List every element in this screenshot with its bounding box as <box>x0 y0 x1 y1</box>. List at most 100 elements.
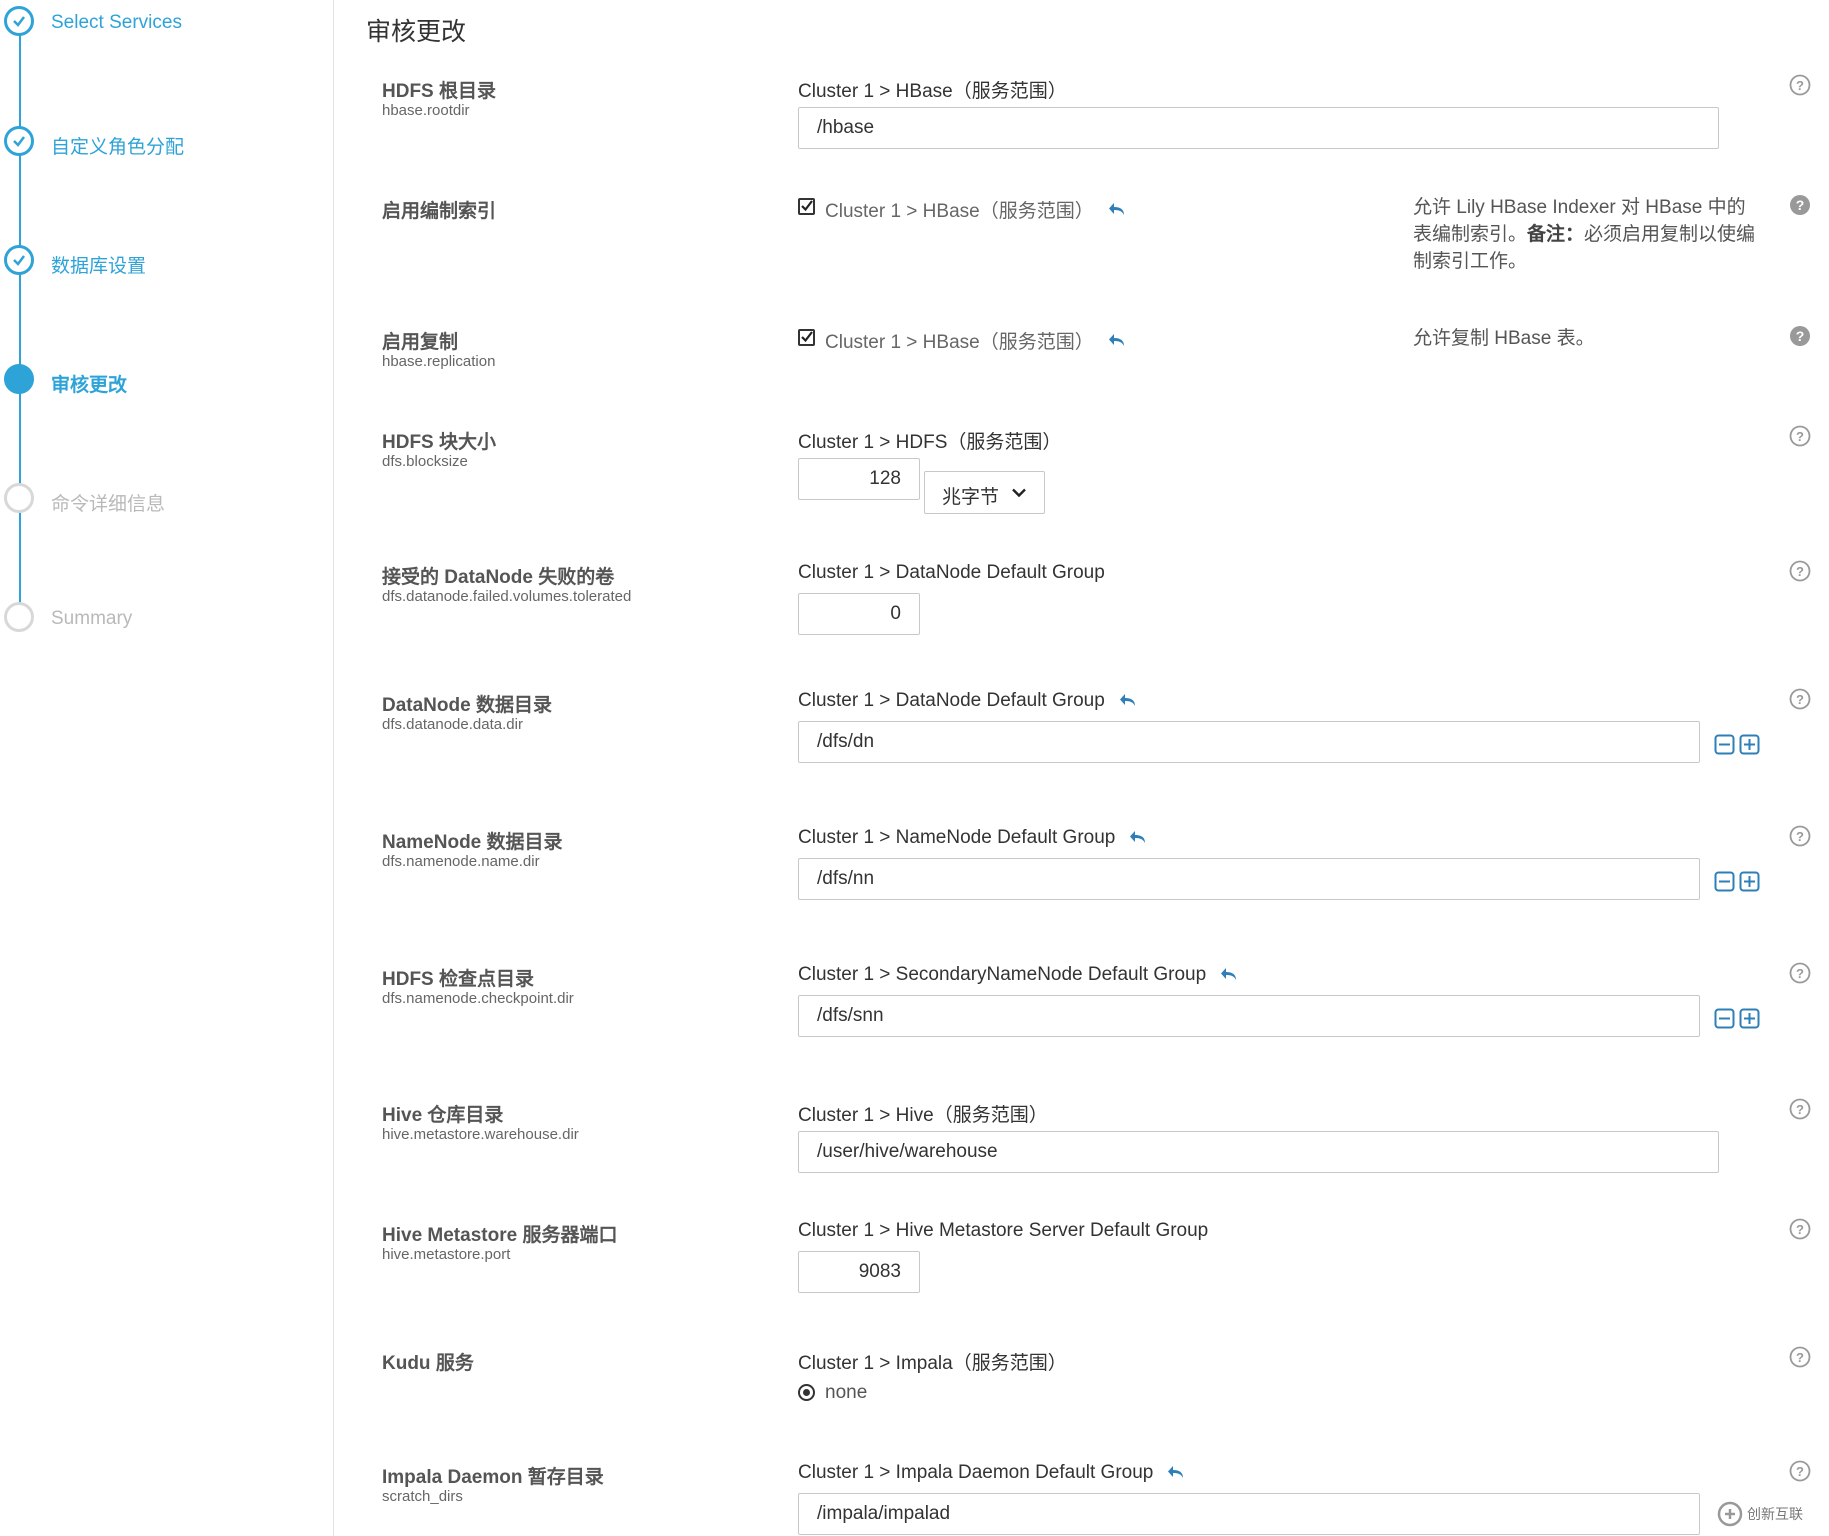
scope-text: Cluster 1 > HBase（服务范围） <box>825 332 1094 353</box>
help-icon[interactable]: ? <box>1789 688 1811 710</box>
step-pending-circle-icon <box>4 483 34 513</box>
property-scope: Cluster 1 > DataNode Default Group <box>798 562 1105 584</box>
datanode-data-dir-input[interactable] <box>798 721 1700 763</box>
remove-row-icon[interactable] <box>1714 1008 1735 1029</box>
svg-text:?: ? <box>1796 197 1805 213</box>
help-icon-filled[interactable]: ? <box>1789 194 1811 216</box>
svg-text:?: ? <box>1796 429 1804 444</box>
blocksize-input[interactable] <box>798 458 920 500</box>
add-row-icon[interactable] <box>1739 1008 1760 1029</box>
enable-indexing-checkbox[interactable] <box>798 198 815 215</box>
scope-text: Cluster 1 > Hive（服务范围） <box>798 1105 1048 1126</box>
step-label: Select Services <box>51 12 182 33</box>
step-label: Summary <box>51 608 133 629</box>
property-name: HDFS 检查点目录 <box>382 969 535 990</box>
help-icon[interactable]: ? <box>1789 560 1811 582</box>
add-row-icon[interactable] <box>1739 734 1760 755</box>
scope-text: Cluster 1 > Hive Metastore Server Defaul… <box>798 1220 1209 1241</box>
help-icon[interactable]: ? <box>1789 425 1811 447</box>
step-pending-circle-icon <box>4 602 34 632</box>
property-key: scratch_dirs <box>382 1488 463 1505</box>
property-name: NameNode 数据目录 <box>382 832 563 853</box>
svg-text:?: ? <box>1796 1222 1804 1237</box>
property-name: HDFS 根目录 <box>382 81 497 102</box>
property-scope: Cluster 1 > DataNode Default Group <box>798 690 1139 712</box>
help-icon[interactable]: ? <box>1789 74 1811 96</box>
property-key: dfs.namenode.checkpoint.dir <box>382 990 574 1007</box>
hbase-rootdir-input[interactable] <box>798 107 1719 149</box>
main-content: 审核更改 HDFS 根目录 hbase.rootdir Cluster 1 > … <box>334 0 1829 1536</box>
scope-text: Cluster 1 > NameNode Default Group <box>798 827 1116 848</box>
property-scope: Cluster 1 > Hive（服务范围） <box>798 1100 1048 1127</box>
steps-connector-line <box>19 22 21 618</box>
svg-text:?: ? <box>1796 1102 1804 1117</box>
help-icon[interactable]: ? <box>1789 1346 1811 1368</box>
failed-volumes-input[interactable] <box>798 593 920 635</box>
step-label: 命令详细信息 <box>51 494 166 515</box>
blocksize-unit-select[interactable]: 兆字节 <box>924 471 1045 514</box>
metastore-port-input[interactable] <box>798 1251 920 1293</box>
property-key: hive.metastore.port <box>382 1246 511 1263</box>
help-icon[interactable]: ? <box>1789 1218 1811 1240</box>
checkmark-icon <box>801 200 813 212</box>
enable-replication-checkbox[interactable] <box>798 329 815 346</box>
hive-warehouse-dir-input[interactable] <box>798 1131 1719 1173</box>
help-icon-filled[interactable]: ? <box>1789 325 1811 347</box>
property-key: dfs.blocksize <box>382 453 468 470</box>
scope-text: Cluster 1 > HBase（服务范围） <box>825 201 1094 222</box>
page-title: 审核更改 <box>366 18 467 46</box>
step-summary: Summary <box>0 600 333 640</box>
checkpoint-dir-input[interactable] <box>798 995 1700 1037</box>
add-row-icon[interactable] <box>1739 871 1760 892</box>
undo-icon[interactable] <box>1129 830 1149 846</box>
impala-scratch-dir-input[interactable] <box>798 1493 1700 1535</box>
step-label: 审核更改 <box>51 375 128 396</box>
undo-icon[interactable] <box>1108 333 1128 349</box>
property-name: HDFS 块大小 <box>382 432 497 453</box>
step-review-changes: 审核更改 <box>0 362 333 402</box>
step-label: 自定义角色分配 <box>51 137 185 158</box>
watermark-text: 创新互联 <box>1747 1506 1803 1522</box>
scope-text: Cluster 1 > DataNode Default Group <box>798 562 1105 583</box>
kudu-none-radio[interactable] <box>798 1384 815 1401</box>
property-key: dfs.datanode.data.dir <box>382 716 523 733</box>
property-name: DataNode 数据目录 <box>382 695 552 716</box>
property-description: 允许 Lily HBase Indexer 对 HBase 中的表编制索引。备注… <box>1413 194 1763 275</box>
property-key: dfs.namenode.name.dir <box>382 853 540 870</box>
help-icon[interactable]: ? <box>1789 1460 1811 1482</box>
property-scope: Cluster 1 > HBase（服务范围） <box>825 327 1128 354</box>
namenode-name-dir-input[interactable] <box>798 858 1700 900</box>
property-scope: Cluster 1 > HDFS（服务范围） <box>798 427 1061 454</box>
undo-icon[interactable] <box>1119 693 1139 709</box>
step-current-dot-icon <box>4 364 34 394</box>
help-icon[interactable]: ? <box>1789 1098 1811 1120</box>
undo-icon[interactable] <box>1167 1465 1187 1481</box>
step-select-services[interactable]: Select Services <box>0 4 333 44</box>
watermark-logo-icon <box>1717 1501 1743 1527</box>
scope-text: Cluster 1 > HBase（服务范围） <box>798 81 1067 102</box>
property-scope: Cluster 1 > NameNode Default Group <box>798 827 1149 849</box>
step-label: 数据库设置 <box>51 256 147 277</box>
help-icon[interactable]: ? <box>1789 825 1811 847</box>
property-key: dfs.datanode.failed.volumes.tolerated <box>382 588 632 605</box>
unit-select-value: 兆字节 <box>942 487 1000 508</box>
dir-row-actions <box>1714 1008 1760 1029</box>
property-key: hbase.replication <box>382 353 496 370</box>
undo-icon[interactable] <box>1108 202 1128 218</box>
watermark: 创新互联 <box>1717 1496 1827 1532</box>
property-name: 启用复制 <box>382 332 459 353</box>
step-command-details: 命令详细信息 <box>0 481 333 521</box>
help-icon[interactable]: ? <box>1789 962 1811 984</box>
remove-row-icon[interactable] <box>1714 734 1735 755</box>
step-role-assignment[interactable]: 自定义角色分配 <box>0 124 333 164</box>
property-scope: Cluster 1 > Impala（服务范围） <box>798 1348 1067 1375</box>
svg-text:?: ? <box>1796 564 1804 579</box>
undo-icon[interactable] <box>1220 967 1240 983</box>
svg-text:?: ? <box>1796 829 1804 844</box>
step-database-setup[interactable]: 数据库设置 <box>0 243 333 283</box>
svg-text:?: ? <box>1796 78 1804 93</box>
step-done-check-icon <box>4 126 34 156</box>
checkmark-icon <box>801 331 813 343</box>
remove-row-icon[interactable] <box>1714 871 1735 892</box>
scope-text: Cluster 1 > DataNode Default Group <box>798 690 1105 711</box>
